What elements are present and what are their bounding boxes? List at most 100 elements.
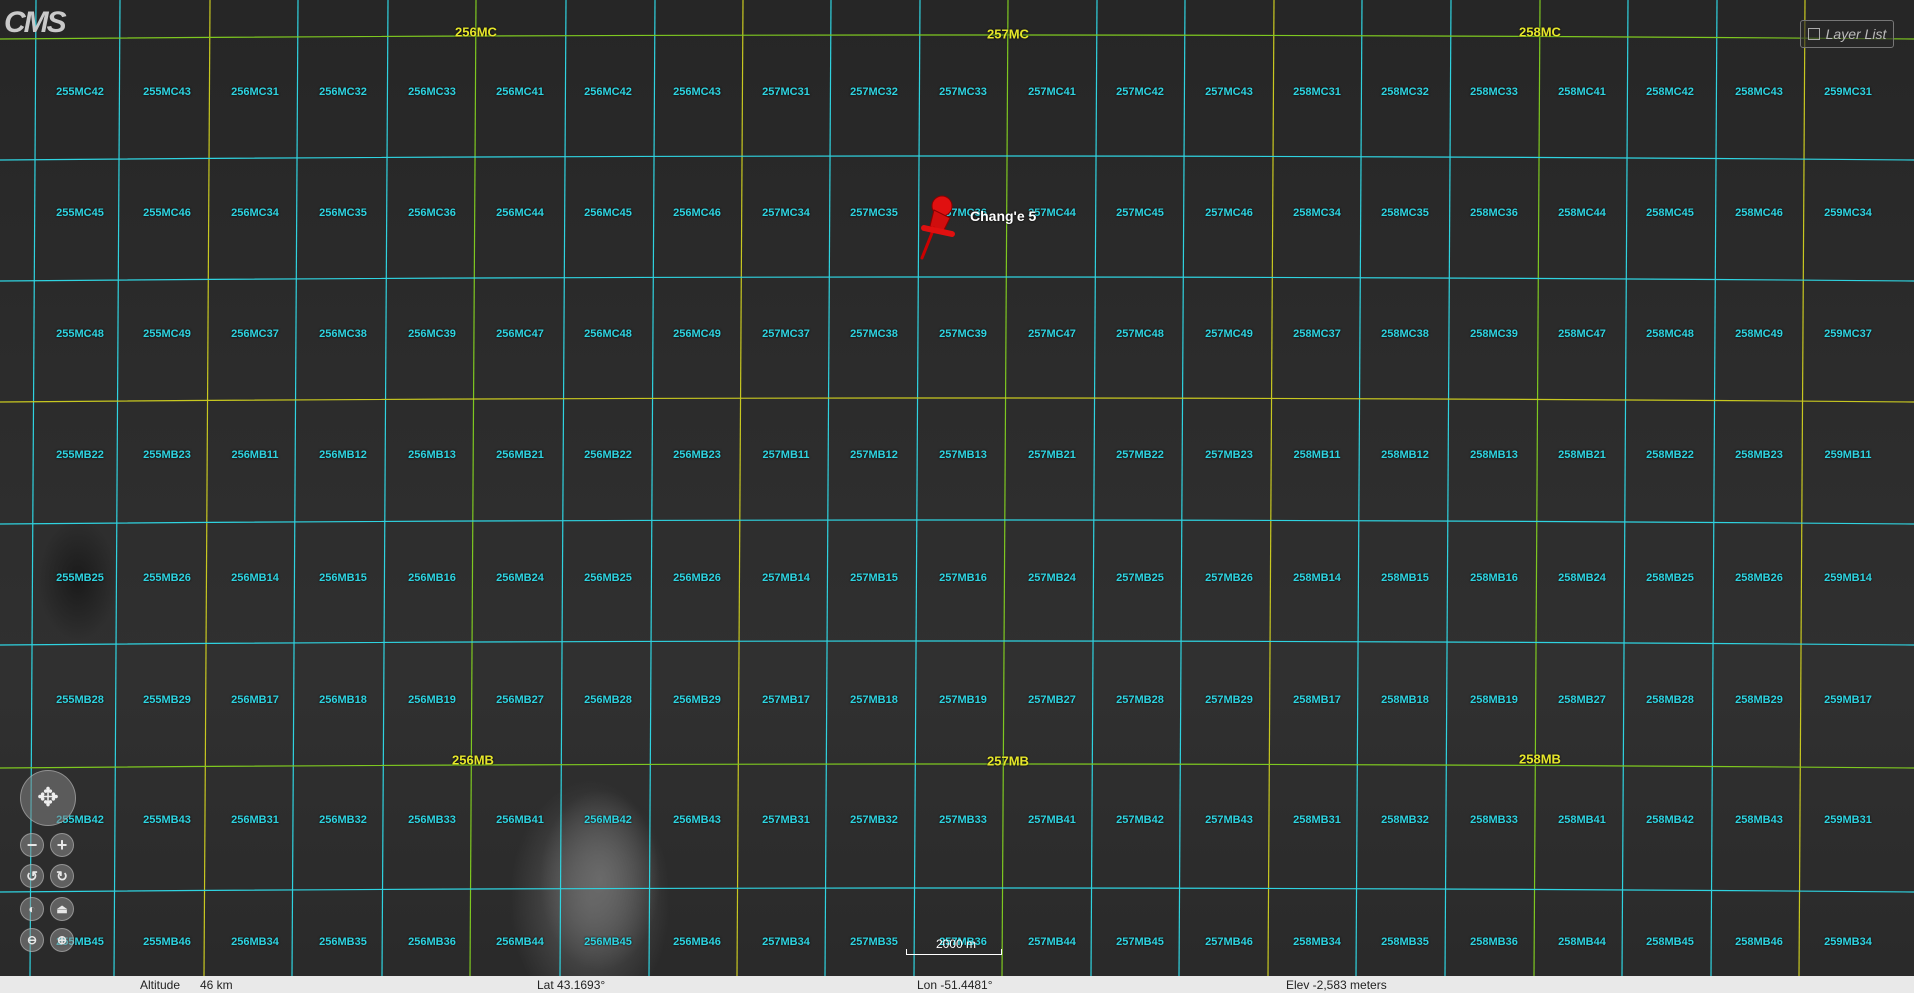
tile-label: 255MB43 — [143, 814, 191, 826]
tile-label: 258MC41 — [1558, 86, 1606, 98]
tile-label: 256MB18 — [319, 694, 367, 706]
zoom-in-button[interactable]: + — [50, 833, 74, 857]
tile-label: 257MC45 — [1116, 207, 1164, 219]
zoom-out-button[interactable]: − — [20, 833, 44, 857]
checkbox-icon[interactable] — [1807, 28, 1820, 40]
grid-line-vertical — [1444, 0, 1452, 976]
grid-line-vertical — [381, 0, 389, 976]
grid-line-horizontal — [0, 276, 1914, 282]
tile-label: 258MB19 — [1470, 694, 1518, 706]
grid-line-vertical — [29, 0, 37, 976]
tile-label: 258MB33 — [1470, 814, 1518, 826]
tile-label: 257MC49 — [1205, 328, 1253, 340]
grid-line-vertical — [648, 0, 656, 976]
tile-label: 258MB22 — [1646, 449, 1694, 461]
tile-label: 259MB17 — [1824, 694, 1872, 706]
tile-label: 256MC47 — [496, 328, 544, 340]
tile-label: 257MB15 — [850, 572, 898, 584]
grid-line-horizontal — [0, 763, 1914, 769]
tile-label: 258MB31 — [1293, 814, 1341, 826]
altitude-value: 46 km — [200, 978, 233, 992]
tile-label: 257MB32 — [850, 814, 898, 826]
grid-line-vertical — [913, 0, 921, 976]
tile-label: 257MB33 — [939, 814, 987, 826]
tile-label: 258MB43 — [1735, 814, 1783, 826]
tile-label: 255MB22 — [56, 449, 104, 461]
tile-label: 256MC49 — [673, 328, 721, 340]
tile-label: 256MC44 — [496, 207, 544, 219]
tile-label: 255MC43 — [143, 86, 191, 98]
tile-label: 256MC35 — [319, 207, 367, 219]
block-label: 256MC — [455, 24, 497, 40]
block-label: 258MB — [1519, 751, 1561, 767]
layer-list-toggle[interactable]: Layer List — [1800, 20, 1894, 48]
tile-label: 258MB12 — [1381, 449, 1429, 461]
tile-label: 258MC46 — [1735, 207, 1783, 219]
grid-line-horizontal — [0, 397, 1914, 403]
grid-line-horizontal — [0, 640, 1914, 646]
tile-label: 257MC47 — [1028, 328, 1076, 340]
tile-label: 257MB44 — [1028, 936, 1076, 948]
grid-line-vertical — [1267, 0, 1275, 976]
rotate-right-icon[interactable]: ↻ — [50, 864, 74, 888]
tile-label: 256MC37 — [231, 328, 279, 340]
tile-label: 257MB22 — [1116, 449, 1164, 461]
tile-label: 257MB29 — [1205, 694, 1253, 706]
grid-line-vertical — [824, 0, 832, 976]
tile-label: 257MC35 — [850, 207, 898, 219]
exaggeration-down-icon[interactable]: ⊖ — [20, 928, 44, 952]
compass-pan-control[interactable]: ✥ — [20, 770, 76, 826]
tile-label: 257MC42 — [1116, 86, 1164, 98]
tile-label: 257MC32 — [850, 86, 898, 98]
tile-label: 255MB26 — [143, 572, 191, 584]
grid-line-horizontal — [0, 34, 1914, 40]
tile-label: 258MC43 — [1735, 86, 1783, 98]
tile-label: 255MB25 — [56, 572, 104, 584]
tile-label: 256MB19 — [408, 694, 456, 706]
tile-label: 257MB31 — [762, 814, 810, 826]
elevation-readout: Elev -2,583 meters — [1286, 978, 1387, 992]
pushpin-icon[interactable] — [912, 192, 962, 262]
tile-label: 258MC39 — [1470, 328, 1518, 340]
status-bar: Altitude 46 km Lat 43.1693° Lon -51.4481… — [0, 976, 1914, 993]
latitude-readout: Lat 43.1693° — [537, 978, 606, 992]
tile-label: 256MC38 — [319, 328, 367, 340]
tile-label: 259MB34 — [1824, 936, 1872, 948]
tile-label: 258MC31 — [1293, 86, 1341, 98]
tile-label: 256MB36 — [408, 936, 456, 948]
tile-label: 258MB24 — [1558, 572, 1606, 584]
tilt-down-icon[interactable]: ◐ — [20, 897, 44, 921]
tile-label: 256MB41 — [496, 814, 544, 826]
map-view[interactable]: 255MC42 255MC43 256MC31 256MC32 256MC33 256MC… — [0, 0, 1914, 976]
tile-label: 257MB18 — [850, 694, 898, 706]
tile-label: 257MB28 — [1116, 694, 1164, 706]
grid-line-vertical — [736, 0, 744, 976]
exaggeration-up-icon[interactable]: ⊕ — [50, 928, 74, 952]
tile-label: 258MB16 — [1470, 572, 1518, 584]
tile-label: 255MB23 — [143, 449, 191, 461]
tile-label: 257MB34 — [762, 936, 810, 948]
tile-label: 256MB23 — [673, 449, 721, 461]
tile-label: 258MC49 — [1735, 328, 1783, 340]
tile-label: 256MC34 — [231, 207, 279, 219]
tile-label: 256MC45 — [584, 207, 632, 219]
tile-label: 256MB27 — [496, 694, 544, 706]
tile-label: 257MB24 — [1028, 572, 1076, 584]
tile-label: 258MC38 — [1381, 328, 1429, 340]
grid-line-vertical — [469, 0, 477, 976]
tile-label: 257MB21 — [1028, 449, 1076, 461]
tilt-up-icon[interactable]: ⏏ — [50, 897, 74, 921]
tile-label: 257MB46 — [1205, 936, 1253, 948]
tile-label: 258MC45 — [1646, 207, 1694, 219]
tile-label: 258MC35 — [1381, 207, 1429, 219]
tile-label: 256MC36 — [408, 207, 456, 219]
layer-list-label: Layer List — [1825, 26, 1887, 42]
tile-label: 258MB41 — [1558, 814, 1606, 826]
tile-label: 258MC34 — [1293, 207, 1341, 219]
rotate-left-icon[interactable]: ↺ — [20, 864, 44, 888]
tile-label: 258MC36 — [1470, 207, 1518, 219]
longitude-readout: Lon -51.4481° — [917, 978, 993, 992]
tile-label: 258MB42 — [1646, 814, 1694, 826]
tile-label: 257MB12 — [850, 449, 898, 461]
tile-label: 259MC37 — [1824, 328, 1872, 340]
